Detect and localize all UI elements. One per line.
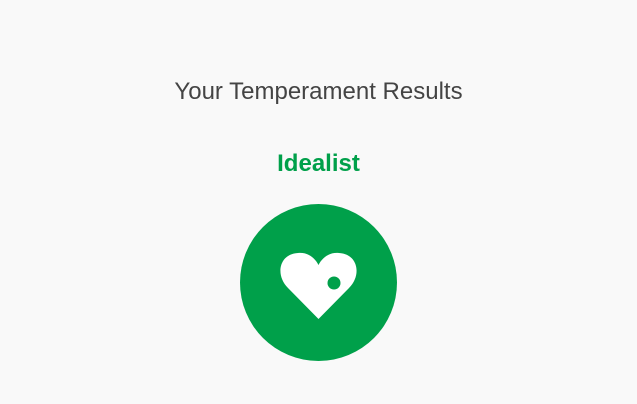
heart-dot: [327, 276, 341, 290]
temperament-type-label: Idealist: [277, 150, 360, 177]
temperament-badge: [240, 204, 397, 361]
page-title: Your Temperament Results: [174, 78, 463, 105]
heart-icon: [280, 252, 357, 319]
temperament-results-page: Your Temperament Results Idealist: [0, 0, 637, 404]
heart-shape: [280, 252, 357, 319]
